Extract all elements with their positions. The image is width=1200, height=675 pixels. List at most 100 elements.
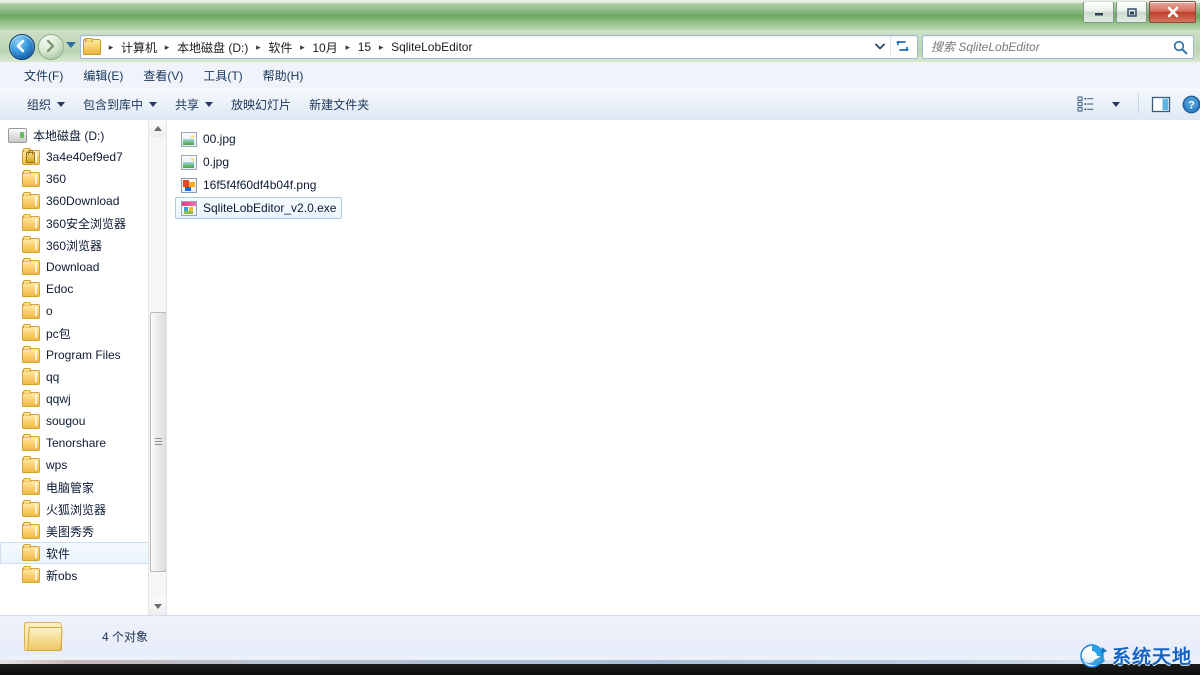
breadcrumb-separator[interactable]: ▸ bbox=[252, 42, 264, 53]
address-bar[interactable]: ▸ 计算机 ▸ 本地磁盘 (D:) ▸ 软件 ▸ 10月 ▸ 15 ▸ Sqli… bbox=[80, 35, 918, 59]
sidebar-item-tenorshare[interactable]: Tenorshare bbox=[0, 432, 166, 454]
sidebar-item-360-secure-browser[interactable]: 360安全浏览器 bbox=[0, 212, 166, 234]
sidebar-item-local-disk-d[interactable]: 本地磁盘 (D:) bbox=[0, 124, 166, 146]
file-name-label: 00.jpg bbox=[203, 132, 236, 146]
folder-locked-icon bbox=[22, 147, 40, 165]
sidebar-item-software[interactable]: 软件 bbox=[0, 542, 166, 564]
sidebar-item-wps[interactable]: wps bbox=[0, 454, 166, 476]
folder-icon bbox=[22, 455, 40, 473]
scrollbar-thumb[interactable] bbox=[150, 312, 166, 572]
scroll-down-button[interactable] bbox=[149, 598, 166, 615]
help-icon[interactable]: ? bbox=[1178, 92, 1200, 116]
sidebar-item-label: qq bbox=[46, 370, 60, 384]
close-button[interactable] bbox=[1149, 1, 1196, 23]
search-icon[interactable] bbox=[1167, 40, 1193, 55]
file-item-00-jpg[interactable]: 00.jpg bbox=[175, 128, 242, 150]
breadcrumb-separator[interactable]: ▸ bbox=[161, 42, 173, 53]
sidebar-item-3a4e40ef9ed7[interactable]: 3a4e40ef9ed7 bbox=[0, 146, 166, 168]
breadcrumb-separator[interactable]: ▸ bbox=[296, 42, 308, 53]
minimize-button[interactable] bbox=[1083, 1, 1114, 23]
menu-help[interactable]: 帮助(H) bbox=[253, 64, 314, 87]
folder-icon bbox=[22, 213, 40, 231]
sidebar-item-label: Program Files bbox=[46, 348, 121, 362]
folder-icon bbox=[22, 367, 40, 385]
sidebar-item-program-files[interactable]: Program Files bbox=[0, 344, 166, 366]
sidebar-item-o[interactable]: o bbox=[0, 300, 166, 322]
list-item: 16f5f4f60df4b04f.png bbox=[175, 174, 1200, 194]
breadcrumb-item-2[interactable]: 软件 bbox=[264, 37, 296, 57]
organize-button[interactable]: 组织 bbox=[18, 92, 74, 117]
sidebar-item-meitu[interactable]: 美图秀秀 bbox=[0, 520, 166, 542]
forward-button[interactable] bbox=[38, 34, 64, 60]
explorer-window: ▸ 计算机 ▸ 本地磁盘 (D:) ▸ 软件 ▸ 10月 ▸ 15 ▸ Sqli… bbox=[0, 0, 1200, 656]
breadcrumb-item-0[interactable]: 计算机 bbox=[117, 37, 161, 57]
preview-pane-icon[interactable] bbox=[1148, 92, 1174, 116]
breadcrumb-item-1[interactable]: 本地磁盘 (D:) bbox=[173, 37, 252, 57]
new-folder-button[interactable]: 新建文件夹 bbox=[300, 92, 378, 117]
menu-file[interactable]: 文件(F) bbox=[14, 64, 73, 87]
sidebar-item-label: 360安全浏览器 bbox=[46, 216, 127, 231]
breadcrumb-item-5[interactable]: SqliteLobEditor bbox=[387, 37, 476, 57]
breadcrumb-item-3[interactable]: 10月 bbox=[308, 37, 341, 57]
folder-icon bbox=[22, 345, 40, 363]
search-box[interactable] bbox=[922, 35, 1194, 59]
breadcrumb-item-4[interactable]: 15 bbox=[354, 37, 375, 57]
sidebar-item-download[interactable]: Download bbox=[0, 256, 166, 278]
breadcrumb-separator[interactable]: ▸ bbox=[105, 42, 117, 53]
sidebar-scrollbar[interactable] bbox=[148, 120, 166, 615]
folder-tree: 本地磁盘 (D:) 3a4e40ef9ed7 360 360Download 3 bbox=[0, 120, 166, 586]
maximize-button[interactable] bbox=[1116, 1, 1147, 23]
exe-file-icon bbox=[181, 200, 197, 216]
slideshow-label: 放映幻灯片 bbox=[231, 97, 292, 112]
sidebar-item-label: Download bbox=[46, 260, 100, 274]
back-button[interactable] bbox=[9, 34, 35, 60]
drive-icon bbox=[8, 127, 27, 143]
sidebar-item-edoc[interactable]: Edoc bbox=[0, 278, 166, 300]
file-name-label: SqliteLobEditor_v2.0.exe bbox=[203, 201, 337, 215]
menu-view[interactable]: 查看(V) bbox=[133, 64, 193, 87]
chevron-down-icon bbox=[205, 101, 214, 107]
file-item-16f5f4f60df4b04f-png[interactable]: 16f5f4f60df4b04f.png bbox=[175, 174, 322, 196]
file-item-sqlitelobeditor-exe[interactable]: SqliteLobEditor_v2.0.exe bbox=[175, 197, 343, 219]
sidebar-item-sougou[interactable]: sougou bbox=[0, 410, 166, 432]
sidebar-item-qqwj[interactable]: qqwj bbox=[0, 388, 166, 410]
file-item-0-jpg[interactable]: 0.jpg bbox=[175, 151, 235, 173]
sidebar-item-label: Tenorshare bbox=[46, 436, 107, 450]
share-button[interactable]: 共享 bbox=[166, 92, 222, 117]
folder-icon bbox=[22, 301, 40, 319]
sidebar-item-computer-manager[interactable]: 电脑管家 bbox=[0, 476, 166, 498]
folder-icon bbox=[22, 565, 40, 583]
folder-icon bbox=[22, 521, 40, 539]
folder-icon bbox=[22, 257, 40, 275]
sidebar-item-label: 美图秀秀 bbox=[46, 524, 95, 539]
folder-icon bbox=[22, 191, 40, 209]
breadcrumb-separator[interactable]: ▸ bbox=[342, 42, 354, 53]
folder-icon bbox=[22, 477, 40, 495]
chevron-down-icon[interactable] bbox=[871, 36, 889, 56]
sidebar-item-360download[interactable]: 360Download bbox=[0, 190, 166, 212]
toolbar-right-group: ? bbox=[1073, 92, 1200, 116]
svg-text:?: ? bbox=[1188, 99, 1195, 111]
sidebar-item-new-obs[interactable]: 新obs bbox=[0, 564, 166, 586]
navigation-pane: 本地磁盘 (D:) 3a4e40ef9ed7 360 360Download 3 bbox=[0, 120, 167, 615]
sidebar-item-label: 软件 bbox=[46, 546, 71, 561]
slideshow-button[interactable]: 放映幻灯片 bbox=[222, 92, 300, 117]
view-options-chevron-icon[interactable] bbox=[1103, 92, 1129, 116]
refresh-icon[interactable] bbox=[890, 36, 913, 56]
menu-edit[interactable]: 编辑(E) bbox=[73, 64, 133, 87]
include-in-library-button[interactable]: 包含到库中 bbox=[74, 92, 166, 117]
sidebar-item-qq[interactable]: qq bbox=[0, 366, 166, 388]
breadcrumb-separator[interactable]: ▸ bbox=[375, 42, 387, 53]
sidebar-item-label: wps bbox=[46, 458, 68, 472]
scroll-up-button[interactable] bbox=[149, 120, 166, 137]
menu-tools[interactable]: 工具(T) bbox=[193, 64, 252, 87]
change-view-icon[interactable] bbox=[1073, 92, 1099, 116]
sidebar-item-pc-bao[interactable]: pc包 bbox=[0, 322, 166, 344]
organize-label: 组织 bbox=[27, 97, 52, 112]
sidebar-item-360-browser[interactable]: 360浏览器 bbox=[0, 234, 166, 256]
recent-locations-icon[interactable] bbox=[66, 42, 76, 48]
sidebar-item-360[interactable]: 360 bbox=[0, 168, 166, 190]
file-list-pane[interactable]: 00.jpg 0.jpg 16f5f4f60df4b04f.png Sqlite… bbox=[167, 120, 1200, 623]
sidebar-item-firefox-browser[interactable]: 火狐浏览器 bbox=[0, 498, 166, 520]
search-input[interactable] bbox=[923, 39, 1167, 55]
